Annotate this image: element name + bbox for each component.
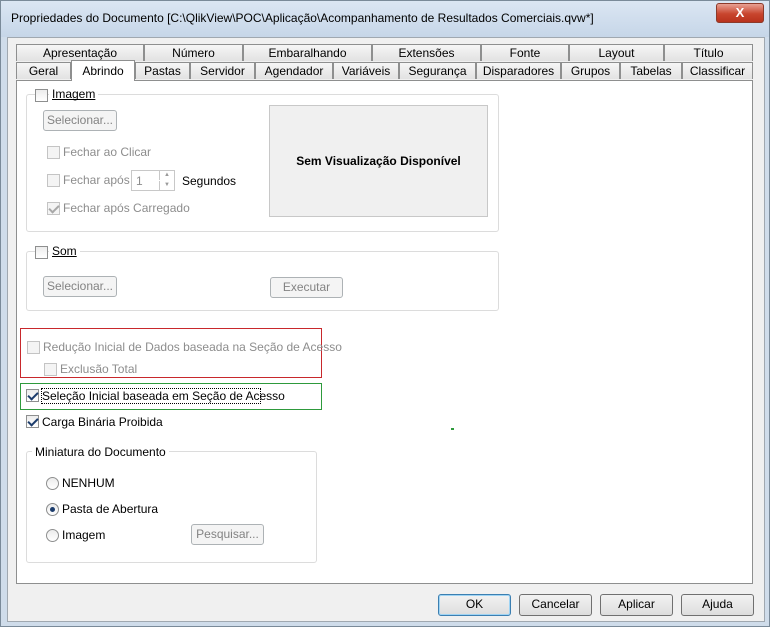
- window-title: Propriedades do Documento [C:\QlikView\P…: [11, 11, 594, 25]
- tab-disparadores[interactable]: Disparadores: [476, 62, 561, 79]
- thumbnail-image-label: Imagem: [62, 528, 106, 542]
- close-after-label: Fechar após: [63, 173, 130, 187]
- title-bar[interactable]: Propriedades do Documento [C:\QlikView\P…: [1, 1, 769, 37]
- apply-button[interactable]: Aplicar: [600, 594, 673, 616]
- sound-checkbox[interactable]: [35, 246, 48, 259]
- green-dot-mark: [451, 428, 454, 430]
- close-after-loaded-checkbox[interactable]: [47, 202, 60, 215]
- help-button[interactable]: Ajuda: [681, 594, 754, 616]
- tab-tabelas[interactable]: Tabelas: [620, 62, 682, 79]
- tab-variaveis[interactable]: Variáveis: [333, 62, 399, 79]
- total-exclusion-label: Exclusão Total: [60, 362, 138, 376]
- search-button[interactable]: Pesquisar...: [191, 524, 264, 545]
- image-group-label: Imagem: [49, 87, 99, 101]
- sound-group-label: Som: [49, 244, 80, 258]
- close-button[interactable]: X: [716, 3, 764, 23]
- tab-layout[interactable]: Layout: [569, 44, 664, 61]
- thumbnail-opening-sheet-radio[interactable]: [46, 503, 59, 516]
- tab-apresentacao[interactable]: Apresentação: [16, 44, 144, 61]
- thumbnail-none-radio[interactable]: [46, 477, 59, 490]
- sound-select-button[interactable]: Selecionar...: [43, 276, 117, 297]
- spin-down-icon[interactable]: ▼: [159, 181, 174, 190]
- close-on-click-checkbox[interactable]: [47, 146, 60, 159]
- seconds-value: 1: [136, 174, 143, 188]
- thumbnail-image-radio[interactable]: [46, 529, 59, 542]
- seconds-spinner[interactable]: 1 ▲ ▼: [131, 170, 175, 191]
- tab-agendador[interactable]: Agendador: [255, 62, 333, 79]
- close-after-checkbox[interactable]: [47, 174, 60, 187]
- tab-pastas[interactable]: Pastas: [135, 62, 190, 79]
- spin-up-icon[interactable]: ▲: [159, 171, 174, 180]
- binary-load-label: Carga Binária Proibida: [42, 415, 163, 429]
- image-select-button[interactable]: Selecionar...: [43, 110, 117, 131]
- ok-button[interactable]: OK: [438, 594, 511, 616]
- tab-fonte[interactable]: Fonte: [481, 44, 569, 61]
- initial-selection-label: Seleção Inicial baseada em Seção de Aces…: [42, 389, 285, 403]
- tab-abrindo[interactable]: Abrindo: [71, 60, 135, 81]
- initial-reduction-label: Redução Inicial de Dados baseada na Seçã…: [43, 340, 342, 354]
- close-on-click-label: Fechar ao Clicar: [63, 145, 152, 159]
- initial-selection-checkbox[interactable]: [26, 389, 39, 402]
- thumbnail-none-label: NENHUM: [62, 476, 115, 490]
- tab-classificar[interactable]: Classificar: [682, 62, 753, 79]
- tab-servidor[interactable]: Servidor: [190, 62, 255, 79]
- thumbnail-opening-sheet-label: Pasta de Abertura: [62, 502, 159, 516]
- binary-load-checkbox[interactable]: [26, 415, 39, 428]
- tab-geral[interactable]: Geral: [16, 62, 71, 79]
- execute-button[interactable]: Executar: [270, 277, 343, 298]
- thumbnail-group-label: Miniatura do Documento: [32, 445, 169, 459]
- tab-numero[interactable]: Número: [144, 44, 243, 61]
- image-checkbox[interactable]: [35, 89, 48, 102]
- close-icon: X: [735, 5, 745, 20]
- tab-titulo[interactable]: Título: [664, 44, 753, 61]
- total-exclusion-checkbox[interactable]: [44, 363, 57, 376]
- close-after-loaded-label: Fechar após Carregado: [63, 201, 190, 215]
- cancel-button[interactable]: Cancelar: [519, 594, 592, 616]
- tab-seguranca[interactable]: Segurança: [399, 62, 476, 79]
- tab-embaralhando[interactable]: Embaralhando: [243, 44, 372, 61]
- image-preview: Sem Visualização Disponível: [269, 105, 488, 217]
- tab-extensoes[interactable]: Extensões: [372, 44, 481, 61]
- tab-grupos[interactable]: Grupos: [561, 62, 620, 79]
- initial-reduction-checkbox[interactable]: [27, 341, 40, 354]
- seconds-label: Segundos: [182, 174, 237, 188]
